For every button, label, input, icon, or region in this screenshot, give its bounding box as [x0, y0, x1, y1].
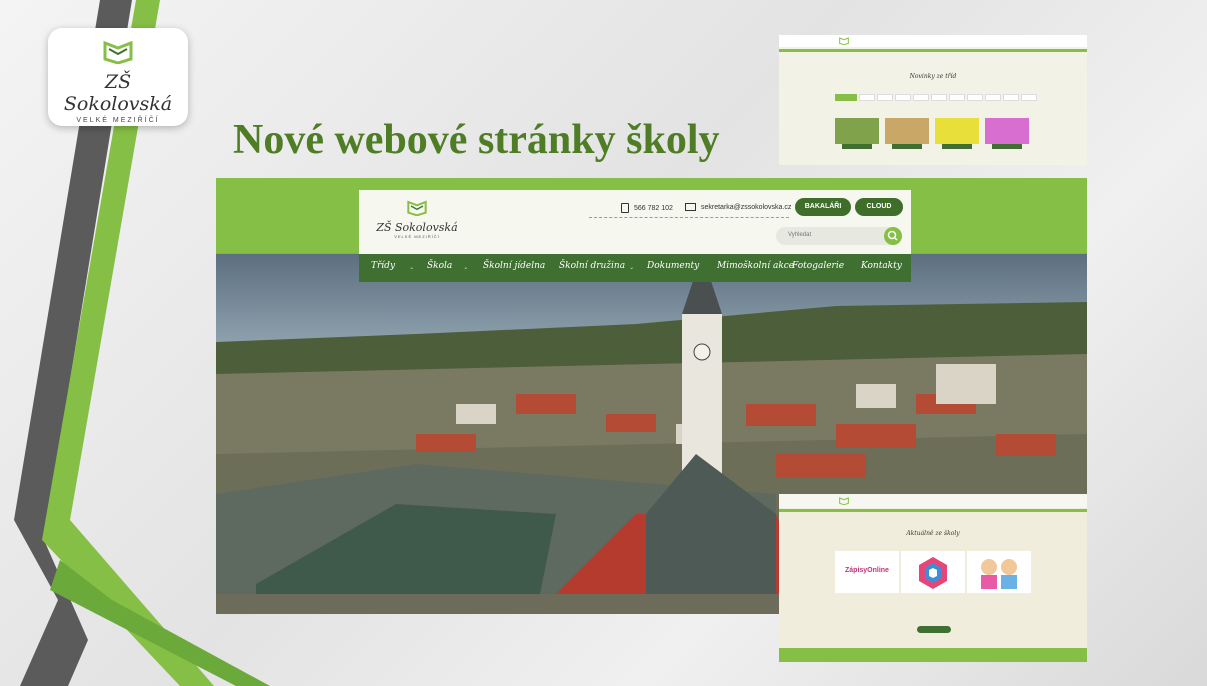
- chevron-down-icon[interactable]: ⌄: [463, 264, 468, 271]
- cloud-button[interactable]: CLOUD: [855, 198, 903, 216]
- news-card-logo[interactable]: [901, 551, 965, 593]
- nav-item-skolni-jidelna[interactable]: Školní jídelna: [483, 261, 545, 271]
- news-label: [892, 144, 922, 149]
- preview-divider: [779, 509, 1087, 512]
- main-navigation: Třídy ⌄ Škola ⌄ Školní jídelna Školní dr…: [359, 254, 911, 282]
- news-thumbnail[interactable]: [835, 118, 879, 144]
- nav-item-skola[interactable]: Škola: [427, 261, 452, 271]
- news-label: [842, 144, 872, 149]
- tab[interactable]: [1021, 94, 1037, 101]
- tab[interactable]: [895, 94, 911, 101]
- tab[interactable]: [967, 94, 983, 101]
- tab[interactable]: [985, 94, 1001, 101]
- search-button[interactable]: [884, 227, 902, 245]
- site-logo-name: ZŠ Sokolovská: [376, 221, 458, 234]
- book-logo-icon: [839, 37, 849, 45]
- school-news-heading: Aktuálně ze školy: [906, 530, 960, 537]
- nav-item-mimoskolni-akce[interactable]: Mimoškolní akce: [717, 261, 794, 271]
- phone-icon: [621, 203, 629, 213]
- preview-header: [779, 494, 1087, 508]
- news-thumbnail[interactable]: [935, 118, 979, 144]
- phone-contact[interactable]: 566 782 102: [621, 203, 673, 213]
- phone-number: 566 782 102: [634, 204, 673, 212]
- site-logo-subtitle: VELKÉ MEZIŘÍČÍ: [394, 234, 440, 239]
- colorful-hexagon-icon: [919, 557, 947, 589]
- tab[interactable]: [949, 94, 965, 101]
- book-logo-icon: [839, 497, 849, 505]
- news-card-kids[interactable]: [967, 551, 1031, 593]
- site-header: ZŠ Sokolovská VELKÉ MEZIŘÍČÍ 566 782 102…: [359, 190, 911, 282]
- tab[interactable]: [877, 94, 893, 101]
- slide-title: Nové webové stránky školy: [233, 117, 720, 163]
- nav-item-fotogalerie[interactable]: Fotogalerie: [792, 261, 844, 271]
- more-news-button[interactable]: [917, 626, 951, 633]
- tab[interactable]: [931, 94, 947, 101]
- logo-name: ZŠ Sokolovská: [63, 71, 173, 115]
- nav-item-tridy[interactable]: Třídy: [371, 261, 395, 271]
- logo-subtitle: VELKÉ MEZIŘÍČÍ: [76, 117, 160, 124]
- site-logo[interactable]: ZŠ Sokolovská VELKÉ MEZIŘÍČÍ: [375, 200, 459, 239]
- tab[interactable]: [1003, 94, 1019, 101]
- news-page-preview: Novinky ze tříd: [779, 35, 1087, 165]
- email-contact[interactable]: sekretarka@zssokolovska.cz: [685, 203, 791, 211]
- nav-item-skolni-druzina[interactable]: Školní družina: [559, 261, 625, 271]
- school-news-preview: Aktuálně ze školy ZápisyOnline: [779, 494, 1087, 662]
- zapisy-logo: ZápisyOnline: [845, 567, 889, 574]
- search-bar[interactable]: Vyhledat: [776, 227, 902, 245]
- news-label: [992, 144, 1022, 149]
- preview-footer: [779, 648, 1087, 662]
- news-thumbnail[interactable]: [985, 118, 1029, 144]
- search-icon: [887, 230, 898, 241]
- news-heading: Novinky ze tříd: [909, 73, 957, 80]
- tab-all[interactable]: [835, 94, 857, 101]
- email-address: sekretarka@zssokolovska.cz: [701, 203, 792, 211]
- news-thumbnail[interactable]: [885, 118, 929, 144]
- tab[interactable]: [859, 94, 875, 101]
- preview-divider: [779, 49, 1087, 52]
- tab[interactable]: [913, 94, 929, 101]
- divider: [589, 217, 789, 218]
- nav-item-dokumenty[interactable]: Dokumenty: [647, 261, 699, 271]
- news-label: [942, 144, 972, 149]
- nav-item-kontakty[interactable]: Kontakty: [861, 261, 902, 271]
- preview-header: [779, 35, 1087, 47]
- bakalari-button[interactable]: BAKALÁŘI: [795, 198, 851, 216]
- kids-illustration-icon: [981, 559, 1017, 589]
- school-logo: ZŠ Sokolovská VELKÉ MEZIŘÍČÍ: [48, 28, 188, 126]
- book-logo-icon: [103, 40, 133, 65]
- email-icon: [685, 203, 696, 211]
- class-tabs: [835, 94, 1037, 101]
- chevron-down-icon[interactable]: ⌄: [409, 264, 414, 271]
- news-card-zapisy[interactable]: ZápisyOnline: [835, 551, 899, 593]
- chevron-down-icon[interactable]: ⌄: [629, 264, 634, 271]
- search-input[interactable]: Vyhledat: [788, 232, 811, 238]
- book-logo-icon: [407, 200, 427, 217]
